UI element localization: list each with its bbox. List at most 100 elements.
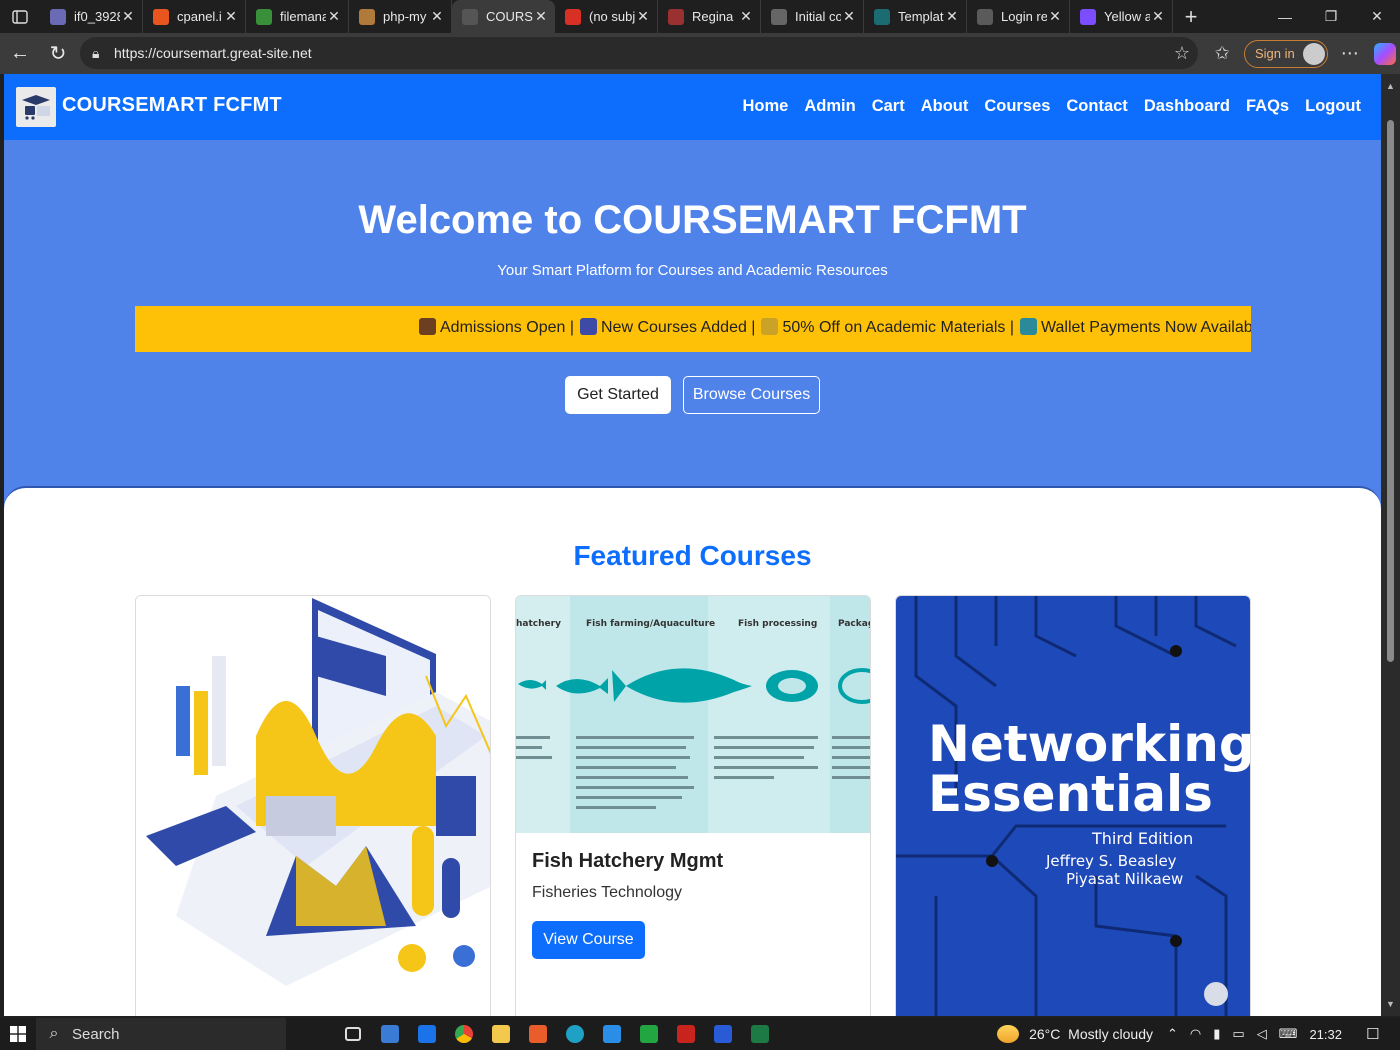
tab-close-icon[interactable]: ✕ — [429, 8, 445, 25]
browser-tab[interactable]: Initial co ✕ — [761, 0, 864, 33]
office-icon[interactable] — [519, 1018, 556, 1050]
site-logo[interactable] — [16, 87, 56, 127]
ticker-item: 50% Off on Academic Materials | — [782, 319, 1014, 336]
close-window-icon[interactable]: ✕ — [1354, 0, 1400, 33]
stage-label: Fish farming/Aquaculture — [586, 619, 715, 629]
ticker-emoji-icon — [580, 318, 597, 335]
nav-link-about[interactable]: About — [921, 97, 969, 116]
copilot-icon[interactable] — [1373, 42, 1396, 65]
tab-close-icon[interactable]: ✕ — [533, 8, 549, 25]
view-course-button[interactable]: View Course — [532, 921, 645, 959]
browser-tab[interactable]: php-my ✕ — [349, 0, 452, 33]
tab-title: filemana — [280, 9, 326, 24]
chrome-icon[interactable] — [445, 1018, 482, 1050]
browse-courses-button[interactable]: Browse Courses — [683, 376, 820, 414]
tab-title: cpanel.i — [177, 9, 222, 24]
favorite-star-icon[interactable]: ☆ — [1166, 43, 1198, 64]
nav-link-home[interactable]: Home — [743, 97, 789, 116]
weather-temp: 26°C — [1029, 1026, 1061, 1042]
battery-icon[interactable]: ▭ — [1232, 1026, 1244, 1042]
vscode-icon[interactable] — [593, 1018, 630, 1050]
tab-close-icon[interactable]: ✕ — [841, 8, 857, 25]
nav-link-admin[interactable]: Admin — [804, 97, 855, 116]
keyboard-icon[interactable]: ⌨ — [1279, 1026, 1298, 1042]
nav-link-dashboard[interactable]: Dashboard — [1144, 97, 1230, 116]
nav-link-faqs[interactable]: FAQs — [1246, 97, 1289, 116]
course-card: hatchery Fish farming/Aquaculture Fish p… — [515, 595, 871, 1016]
url-text[interactable]: https://coursemart.great-site.net — [114, 45, 1166, 61]
sign-in-label: Sign in — [1255, 46, 1295, 61]
store-icon[interactable] — [371, 1018, 408, 1050]
nav-link-cart[interactable]: Cart — [872, 97, 905, 116]
tab-favicon-icon — [668, 8, 684, 25]
tab-close-icon[interactable]: ✕ — [120, 8, 136, 25]
tab-close-icon[interactable]: ✕ — [326, 8, 342, 25]
tab-favicon-icon — [359, 8, 375, 25]
tab-title: php-my — [383, 9, 427, 24]
browser-tab[interactable]: Regina ✕ — [658, 0, 761, 33]
scroll-up-icon[interactable]: ▲ — [1381, 78, 1400, 94]
nav-link-contact[interactable]: Contact — [1066, 97, 1127, 116]
restore-icon[interactable]: ❐ — [1308, 0, 1354, 33]
page-scrollbar[interactable]: ▲ ▼ — [1381, 74, 1400, 1016]
tab-close-icon[interactable]: ✕ — [223, 8, 239, 25]
browser-tab[interactable]: (no subj ✕ — [555, 0, 658, 33]
new-tab-button[interactable]: + — [1173, 0, 1209, 33]
excel-icon[interactable] — [741, 1018, 778, 1050]
get-started-button[interactable]: Get Started — [565, 376, 671, 414]
nav-link-courses[interactable]: Courses — [984, 97, 1050, 116]
browser-tab[interactable]: Login re ✕ — [967, 0, 1070, 33]
tab-close-icon[interactable]: ✕ — [635, 8, 651, 25]
acrobat-icon[interactable] — [667, 1018, 704, 1050]
tray-chevron-icon[interactable]: ⌃ — [1167, 1026, 1178, 1042]
book-author: Piyasat Nilkaew — [1066, 870, 1183, 888]
task-view-icon[interactable] — [334, 1018, 371, 1050]
clock[interactable]: 21:32 — [1309, 1027, 1342, 1042]
more-options-icon[interactable]: ⋯ — [1334, 43, 1366, 64]
notifications-icon[interactable]: ☐ — [1366, 1025, 1392, 1043]
course-card: Networking Essentials Third Edition Jeff… — [895, 595, 1251, 1016]
volume-icon[interactable]: ◁ — [1257, 1026, 1267, 1042]
back-icon[interactable]: ← — [2, 36, 38, 72]
wifi-icon[interactable]: ◠ — [1190, 1026, 1201, 1042]
browser-tab[interactable]: filemana ✕ — [246, 0, 349, 33]
edge-icon[interactable] — [556, 1018, 593, 1050]
hero-section: Welcome to COURSEMART FCFMT Your Smart P… — [4, 140, 1381, 490]
minimize-icon[interactable]: — — [1262, 0, 1308, 33]
taskbar-search[interactable]: ⌕ Search — [36, 1018, 286, 1050]
browser-tab[interactable]: cpanel.i ✕ — [143, 0, 246, 33]
green-app-icon[interactable] — [630, 1018, 667, 1050]
refresh-icon[interactable]: ↻ — [40, 36, 76, 72]
page-viewport: COURSEMART FCFMT Home Admin Cart About Cours… — [4, 74, 1381, 1016]
site-brand[interactable]: COURSEMART FCFMT — [62, 94, 282, 117]
tab-actions-icon[interactable] — [0, 0, 40, 33]
word-icon[interactable] — [704, 1018, 741, 1050]
stage-label: hatchery — [516, 619, 561, 629]
weather-widget[interactable]: 26°C Mostly cloudy — [997, 1025, 1153, 1043]
file-explorer-icon[interactable] — [482, 1018, 519, 1050]
tab-favicon-icon — [977, 8, 993, 25]
tab-close-icon[interactable]: ✕ — [738, 8, 754, 25]
mail-icon[interactable] — [408, 1018, 445, 1050]
browser-tab[interactable]: if0_3928 ✕ — [40, 0, 143, 33]
tab-favicon-icon — [462, 8, 478, 25]
browser-tab[interactable]: Yellow a ✕ — [1070, 0, 1173, 33]
scroll-thumb[interactable] — [1387, 120, 1394, 662]
site-info-icon[interactable]: 🔒︎ — [92, 45, 114, 62]
nav-link-logout[interactable]: Logout — [1305, 97, 1361, 116]
sign-in-button[interactable]: Sign in — [1244, 39, 1328, 68]
tab-title: Regina — [692, 9, 734, 24]
announcement-ticker: Admissions Open | New Courses Added | 50% … — [135, 306, 1251, 352]
tab-favicon-icon — [153, 8, 169, 25]
mic-icon[interactable]: ▮ — [1213, 1026, 1220, 1042]
browser-tab[interactable]: COURSE✕ — [452, 0, 555, 33]
windows-start-icon[interactable] — [0, 1018, 36, 1050]
browser-tab[interactable]: Templat ✕ — [864, 0, 967, 33]
favorites-icon[interactable]: ✩ — [1206, 43, 1238, 64]
tab-close-icon[interactable]: ✕ — [1150, 8, 1166, 25]
tab-close-icon[interactable]: ✕ — [944, 8, 960, 25]
tab-title: (no subj — [589, 9, 635, 24]
scroll-down-icon[interactable]: ▼ — [1381, 996, 1400, 1012]
address-bar[interactable]: 🔒︎ https://coursemart.great-site.net ☆ — [80, 37, 1198, 69]
tab-close-icon[interactable]: ✕ — [1047, 8, 1063, 25]
